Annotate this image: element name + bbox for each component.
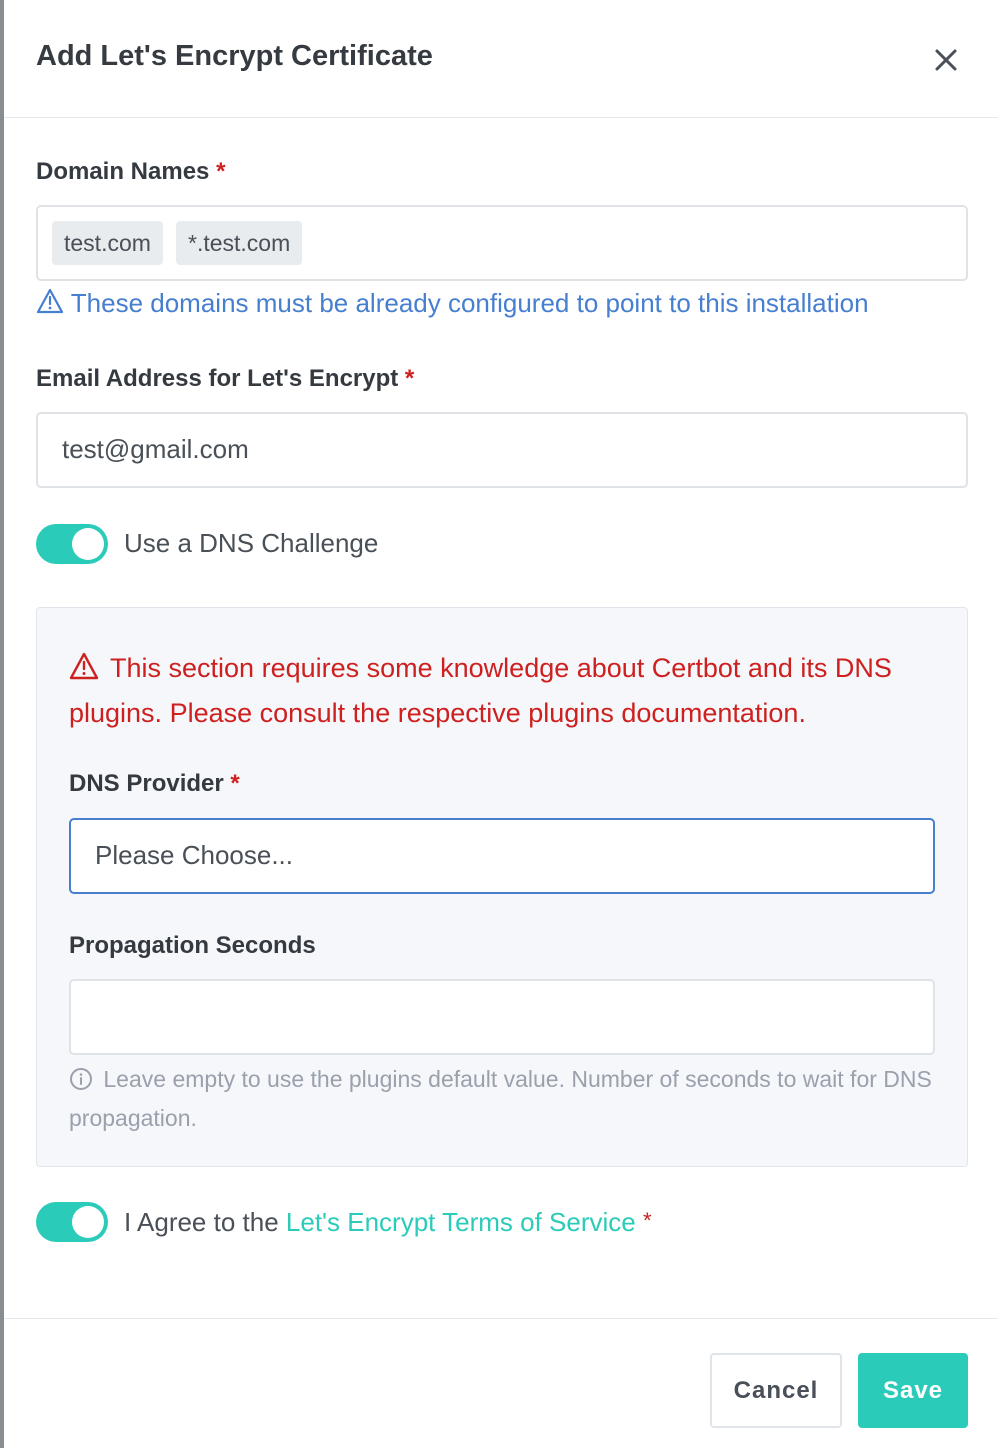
modal-header: Add Let's Encrypt Certificate [4, 0, 998, 118]
domain-chip[interactable]: *.test.com [176, 221, 303, 265]
alert-triangle-icon [69, 652, 110, 683]
dns-provider-select[interactable]: Please Choose... [69, 818, 935, 894]
domain-names-label: Domain Names * [36, 158, 226, 185]
domain-hint: These domains must be already configured… [36, 288, 869, 319]
required-mark: * [404, 365, 415, 392]
terms-of-service-link[interactable]: Let's Encrypt Terms of Service [286, 1207, 636, 1237]
modal-footer: Cancel Save [4, 1318, 998, 1449]
info-icon [69, 1066, 103, 1092]
email-field[interactable]: test@gmail.com [36, 412, 968, 488]
dns-provider-value: Please Choose... [95, 840, 294, 870]
toggle-knob [72, 1206, 104, 1238]
dns-provider-label: DNS Provider * [69, 770, 240, 797]
dns-challenge-toggle[interactable] [36, 524, 108, 564]
toggle-knob [72, 528, 104, 560]
close-icon[interactable] [930, 44, 962, 76]
propagation-seconds-input[interactable] [69, 979, 935, 1055]
save-button[interactable]: Save [858, 1353, 968, 1428]
domain-names-input[interactable]: test.com *.test.com [36, 205, 968, 281]
email-value: test@gmail.com [62, 434, 249, 464]
email-label: Email Address for Let's Encrypt * [36, 365, 415, 392]
certificate-modal: Add Let's Encrypt Certificate Domain Nam… [4, 0, 998, 1448]
dns-challenge-panel: This section requires some knowledge abo… [36, 607, 968, 1167]
agree-tos-toggle[interactable] [36, 1202, 108, 1242]
alert-triangle-icon [36, 288, 71, 318]
dns-warning: This section requires some knowledge abo… [69, 652, 892, 728]
propagation-hint: Leave empty to use the plugins default v… [69, 1066, 932, 1131]
domain-chip[interactable]: test.com [52, 221, 163, 265]
required-mark: * [216, 158, 226, 185]
propagation-seconds-label: Propagation Seconds [69, 932, 316, 959]
cancel-button[interactable]: Cancel [710, 1353, 842, 1428]
dns-challenge-label: Use a DNS Challenge [124, 528, 379, 558]
required-mark: * [642, 1208, 652, 1233]
required-mark: * [230, 770, 240, 797]
agree-tos-label: I Agree to the Let's Encrypt Terms of Se… [124, 1207, 652, 1237]
modal-title: Add Let's Encrypt Certificate [36, 40, 433, 72]
